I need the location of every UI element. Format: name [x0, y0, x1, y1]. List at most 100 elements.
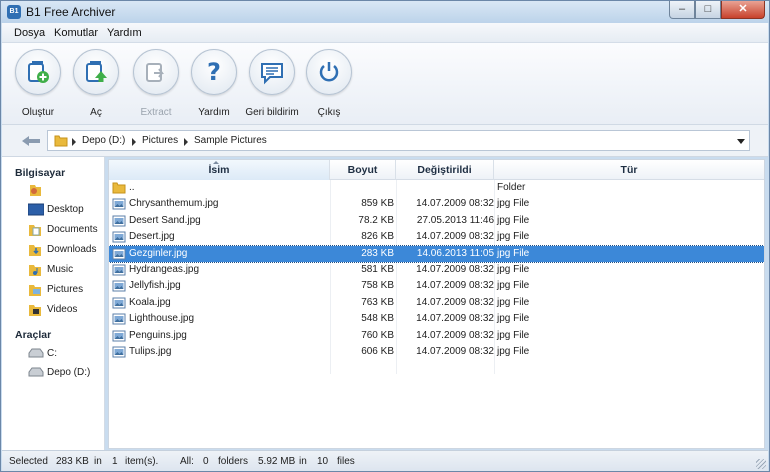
crumb-sample-pictures[interactable]: Sample Pictures — [194, 135, 267, 146]
sidebar: Bilgisayar Desktop Documents Downloads M… — [2, 157, 105, 450]
table-row[interactable]: Lighthouse.jpg 548 KB 14.07.2009 08:32 jpg … — [109, 311, 764, 327]
crumb-drive[interactable]: Depo (D:) — [82, 135, 125, 146]
crumb-pictures[interactable]: Pictures — [142, 135, 178, 146]
title-bar[interactable]: B1 B1 Free Archiver – □ ✕ — [1, 1, 769, 23]
maximize-button[interactable]: □ — [695, 1, 721, 19]
file-size: 606 KB — [361, 346, 394, 357]
sort-ascending-icon — [213, 161, 219, 164]
sidebar-item-downloads[interactable]: Downloads — [28, 242, 104, 258]
crumb-separator-icon — [184, 138, 188, 146]
column-type[interactable]: Tür — [494, 160, 764, 180]
table-row[interactable]: Chrysanthemum.jpg 859 KB 14.07.2009 08:32 j… — [109, 196, 764, 212]
sidebar-item-label: Desktop — [47, 204, 84, 215]
image-file-icon — [112, 231, 126, 246]
status-total-size: 5.92 MB — [258, 456, 296, 467]
table-row[interactable]: Koala.jpg 763 KB 14.07.2009 08:32 jpg File — [109, 295, 764, 311]
crumb-separator-icon — [72, 138, 76, 146]
videos-icon — [29, 305, 41, 316]
menu-dosya[interactable]: Dosya — [14, 27, 45, 39]
table-row[interactable]: Gezginler.jpg 283 KB 14.06.2013 11:05 jpg F… — [109, 244, 764, 263]
close-button[interactable]: ✕ — [721, 1, 765, 19]
open-archive-label: Aç — [90, 107, 102, 118]
file-size: 859 KB — [361, 198, 394, 210]
status-in-label: in — [94, 456, 102, 467]
table-row[interactable]: Hydrangeas.jpg 581 KB 14.07.2009 08:32 jpg … — [109, 262, 764, 278]
table-row[interactable]: Desert.jpg 826 KB 14.07.2009 08:32 jpg File — [109, 229, 764, 245]
file-modified: 14.07.2009 08:32 — [416, 264, 494, 275]
file-size: 548 KB — [361, 313, 394, 325]
column-name[interactable]: İsim — [109, 160, 330, 180]
file-modified: 14.07.2009 08:32 — [416, 313, 494, 325]
create-archive-label: Oluştur — [21, 107, 55, 118]
file-name: Chrysanthemum.jpg — [129, 198, 219, 210]
column-modified[interactable]: Değiştirildi — [396, 160, 494, 180]
menu-bar: Dosya Komutlar Yardım — [2, 23, 768, 43]
sidebar-item-label: Music — [47, 264, 74, 275]
resize-grip-icon[interactable] — [756, 459, 766, 469]
file-size: 763 KB — [361, 296, 394, 308]
file-name: .. — [129, 182, 135, 193]
extract-icon — [133, 49, 179, 95]
file-modified: 14.07.2009 08:32 — [416, 280, 494, 292]
sidebar-item-drive-d[interactable]: Depo (D:) — [28, 365, 104, 381]
file-modified: 14.06.2013 11:05 — [416, 247, 494, 259]
file-name: Koala.jpg — [129, 296, 171, 308]
sidebar-item-desktop[interactable]: Desktop — [28, 202, 104, 218]
table-row[interactable]: Penguins.jpg 760 KB 14.07.2009 08:32 jpg Fi… — [109, 328, 764, 344]
file-name: Desert Sand.jpg — [129, 214, 201, 226]
table-row[interactable]: .. Folder — [109, 180, 764, 196]
image-file-icon — [112, 313, 126, 328]
file-name: Hydrangeas.jpg — [129, 264, 200, 275]
sidebar-item-pictures[interactable]: Pictures — [28, 282, 104, 298]
sidebar-item-drive-c[interactable]: C: — [28, 346, 104, 362]
sidebar-item-videos[interactable]: Videos — [28, 302, 104, 318]
exit-button[interactable]: Çıkış — [299, 49, 359, 123]
minimize-button[interactable]: – — [669, 1, 695, 19]
sidebar-item-music[interactable]: Music — [28, 262, 104, 278]
file-name: Gezginler.jpg — [129, 247, 188, 259]
toolbar: Oluştur Aç Extract ? Yardım Geri bildiri… — [2, 43, 768, 125]
help-label: Yardım — [198, 107, 230, 118]
image-file-icon — [112, 297, 126, 312]
status-folders-label: folders — [218, 456, 249, 467]
menu-yardim[interactable]: Yardım — [107, 27, 142, 39]
column-name-label: İsim — [208, 164, 230, 176]
extract-button[interactable]: Extract — [126, 49, 186, 123]
table-row[interactable]: Desert Sand.jpg 78.2 KB 27.05.2013 11:46 jp… — [109, 213, 764, 229]
path-breadcrumb[interactable]: Depo (D:) Pictures Sample Pictures — [47, 130, 750, 151]
table-row[interactable]: Tulips.jpg 606 KB 14.07.2009 08:32 jpg File — [109, 344, 764, 360]
column-size[interactable]: Boyut — [330, 160, 396, 180]
chevron-down-icon[interactable] — [737, 139, 745, 144]
sidebar-item-label: Videos — [47, 304, 78, 315]
image-file-icon — [112, 248, 126, 263]
feedback-icon — [249, 49, 295, 95]
feedback-button[interactable]: Geri bildirim — [242, 49, 302, 123]
archive-add-icon — [15, 49, 61, 95]
window-controls: – □ ✕ — [669, 1, 765, 19]
file-type: jpg File — [497, 247, 530, 259]
power-icon — [306, 49, 352, 95]
create-archive-button[interactable]: Oluştur — [8, 49, 68, 123]
user-icon — [30, 185, 41, 196]
file-size: 758 KB — [361, 280, 394, 292]
help-button[interactable]: ? Yardım — [184, 49, 244, 123]
menu-komutlar[interactable]: Komutlar — [54, 27, 98, 39]
back-button[interactable] — [18, 131, 44, 151]
image-file-icon — [112, 330, 126, 345]
status-folders-count: 0 — [203, 456, 209, 467]
open-archive-button[interactable]: Aç — [66, 49, 126, 123]
status-files-count: 10 — [317, 456, 329, 467]
folder-icon — [54, 135, 68, 147]
status-all-label: All: — [180, 456, 194, 467]
downloads-icon — [29, 245, 41, 256]
file-name: Tulips.jpg — [129, 346, 172, 357]
table-row[interactable]: Jellyfish.jpg 758 KB 14.07.2009 08:32 jpg F… — [109, 278, 764, 294]
sidebar-item-user[interactable] — [28, 182, 104, 198]
sidebar-item-label: Downloads — [47, 244, 97, 255]
file-name: Jellyfish.jpg — [129, 280, 181, 292]
sidebar-item-documents[interactable]: Documents — [28, 222, 104, 238]
documents-icon — [29, 225, 41, 236]
image-file-icon — [112, 264, 126, 279]
app-window: B1 B1 Free Archiver – □ ✕ Dosya Komutlar… — [0, 0, 770, 472]
back-arrow-icon — [22, 136, 40, 146]
